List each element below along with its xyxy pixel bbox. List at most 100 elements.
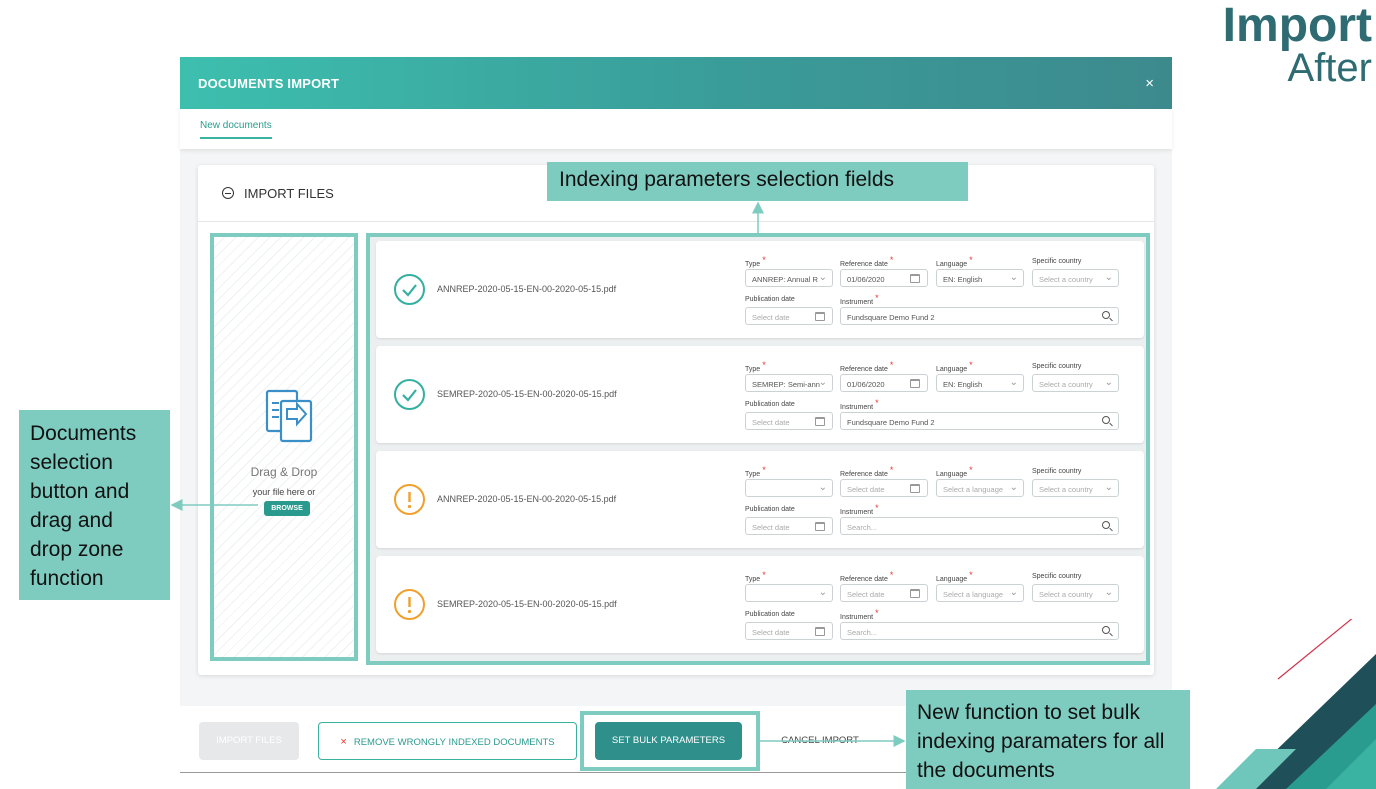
document-card: ANNREP-2020-05-15-EN-00-2020-05-15.pdf Ty… [376, 241, 1144, 338]
field-label: Reference date * [840, 360, 894, 373]
instrument-search-input[interactable]: Fundsquare Demo Fund 2 [840, 307, 1119, 325]
field-label-text: Specific country [1032, 363, 1082, 370]
country-select-value: Select a country [1039, 590, 1093, 599]
type-select[interactable]: SEMREP: Semi-ann ⌄ [745, 374, 833, 392]
field-label-text: Language [936, 261, 968, 268]
field-label: Publication date [745, 611, 795, 618]
field-label-text: Instrument [840, 299, 874, 306]
country-select-value: Select a country [1039, 380, 1093, 389]
set-bulk-parameters-button[interactable]: SET BULK PARAMETERS [595, 722, 742, 760]
field-label-text: Type [745, 366, 761, 373]
instrument-search-input[interactable]: Fundsquare Demo Fund 2 [840, 412, 1119, 430]
field-label: Language * [936, 465, 973, 478]
documents-list: ANNREP-2020-05-15-EN-00-2020-05-15.pdf Ty… [366, 233, 1150, 665]
section-title: IMPORT FILES [244, 185, 334, 201]
language-select[interactable]: EN: English ⌄ [936, 269, 1024, 287]
publication-date-input[interactable]: Select date [745, 517, 833, 535]
search-icon [1102, 626, 1110, 634]
search-icon [1102, 521, 1110, 529]
chevron-down-icon: ⌄ [1104, 587, 1113, 598]
publication-date-input[interactable]: Select date [745, 622, 833, 640]
field-label-text: Instrument [840, 509, 874, 516]
country-select[interactable]: Select a country ⌄ [1032, 269, 1119, 287]
country-select[interactable]: Select a country ⌄ [1032, 374, 1119, 392]
browse-button[interactable]: BROWSE [264, 501, 310, 516]
collapse-icon[interactable] [222, 187, 234, 199]
tab-new-documents[interactable]: New documents [200, 109, 272, 139]
instrument-search-input-value: Fundsquare Demo Fund 2 [847, 313, 935, 322]
type-select[interactable]: ANNREP: Annual R ⌄ [745, 269, 833, 287]
reference-date-input[interactable]: 01/06/2020 [840, 374, 928, 392]
country-select[interactable]: Select a country ⌄ [1032, 479, 1119, 497]
required-mark: * [889, 360, 894, 370]
language-select-value: Select a language [943, 485, 1004, 494]
required-mark: * [762, 255, 766, 265]
close-icon[interactable]: × [1145, 75, 1154, 92]
drop-zone[interactable]: Drag & Drop your file here or BROWSE [210, 233, 358, 661]
drag-drop-sublabel: your file here or [252, 487, 316, 497]
publication-date-input-value: Select date [752, 313, 790, 322]
chevron-down-icon: ⌄ [1009, 377, 1018, 388]
reference-date-input[interactable]: Select date [840, 584, 928, 602]
chevron-down-icon: ⌄ [818, 272, 827, 283]
instrument-search-input[interactable]: Search... [840, 622, 1119, 640]
required-mark: * [762, 465, 766, 475]
publication-date-input[interactable]: Select date [745, 412, 833, 430]
field-label: Instrument * [840, 398, 879, 411]
field-label-text: Publication date [745, 296, 795, 303]
field-label: Instrument * [840, 293, 879, 306]
required-mark: * [969, 465, 973, 475]
language-select-value: EN: English [943, 275, 983, 284]
required-mark: * [762, 360, 766, 370]
calendar-icon [815, 522, 825, 531]
calendar-icon [910, 484, 920, 493]
language-select[interactable]: Select a language ⌄ [936, 479, 1024, 497]
slide-title: Import After [1223, 2, 1372, 89]
calendar-icon [815, 312, 825, 321]
chevron-down-icon: ⌄ [1009, 587, 1018, 598]
document-card: SEMREP-2020-05-15-EN-00-2020-05-15.pdf Ty… [376, 346, 1144, 443]
search-icon [1102, 416, 1110, 424]
field-label-text: Instrument [840, 404, 874, 411]
publication-date-input-value: Select date [752, 523, 790, 532]
country-select[interactable]: Select a country ⌄ [1032, 584, 1119, 602]
field-label: Language * [936, 360, 973, 373]
required-mark: * [875, 608, 879, 618]
field-label-text: Language [936, 471, 968, 478]
reference-date-input-value: Select date [847, 485, 885, 494]
field-label-text: Type [745, 471, 761, 478]
language-select[interactable]: Select a language ⌄ [936, 584, 1024, 602]
field-label-text: Reference date [840, 471, 888, 478]
type-select-value: ANNREP: Annual R [752, 275, 818, 284]
chevron-down-icon: ⌄ [818, 482, 827, 493]
field-label: Type * [745, 570, 766, 583]
reference-date-input[interactable]: 01/06/2020 [840, 269, 928, 287]
type-select[interactable]: ⌄ [745, 479, 833, 497]
country-select-value: Select a country [1039, 275, 1093, 284]
required-mark: * [969, 255, 973, 265]
required-mark: * [969, 360, 973, 370]
field-label: Specific country [1032, 363, 1081, 370]
remove-wrongly-indexed-button[interactable]: × REMOVE WRONGLY INDEXED DOCUMENTS [318, 722, 577, 760]
required-mark: * [889, 465, 894, 475]
field-label-text: Reference date [840, 576, 888, 583]
warning-circle-icon [394, 484, 425, 515]
instrument-search-input-value: Search... [847, 628, 878, 637]
reference-date-input-value: Select date [847, 590, 885, 599]
country-select-value: Select a country [1039, 485, 1093, 494]
warning-circle-icon [394, 589, 425, 620]
language-select[interactable]: EN: English ⌄ [936, 374, 1024, 392]
instrument-search-input[interactable]: Search... [840, 517, 1119, 535]
field-label-text: Publication date [745, 611, 795, 618]
type-select[interactable]: ⌄ [745, 584, 833, 602]
reference-date-input[interactable]: Select date [840, 479, 928, 497]
cancel-import-button[interactable]: CANCEL IMPORT [770, 722, 870, 760]
required-mark: * [875, 293, 879, 303]
import-files-button[interactable]: IMPORT FILES [199, 722, 299, 760]
field-label: Type * [745, 255, 766, 268]
field-label: Language * [936, 570, 973, 583]
calendar-icon [910, 274, 920, 283]
field-label: Type * [745, 465, 766, 478]
document-filename: SEMREP-2020-05-15-EN-00-2020-05-15.pdf [437, 389, 617, 399]
publication-date-input[interactable]: Select date [745, 307, 833, 325]
